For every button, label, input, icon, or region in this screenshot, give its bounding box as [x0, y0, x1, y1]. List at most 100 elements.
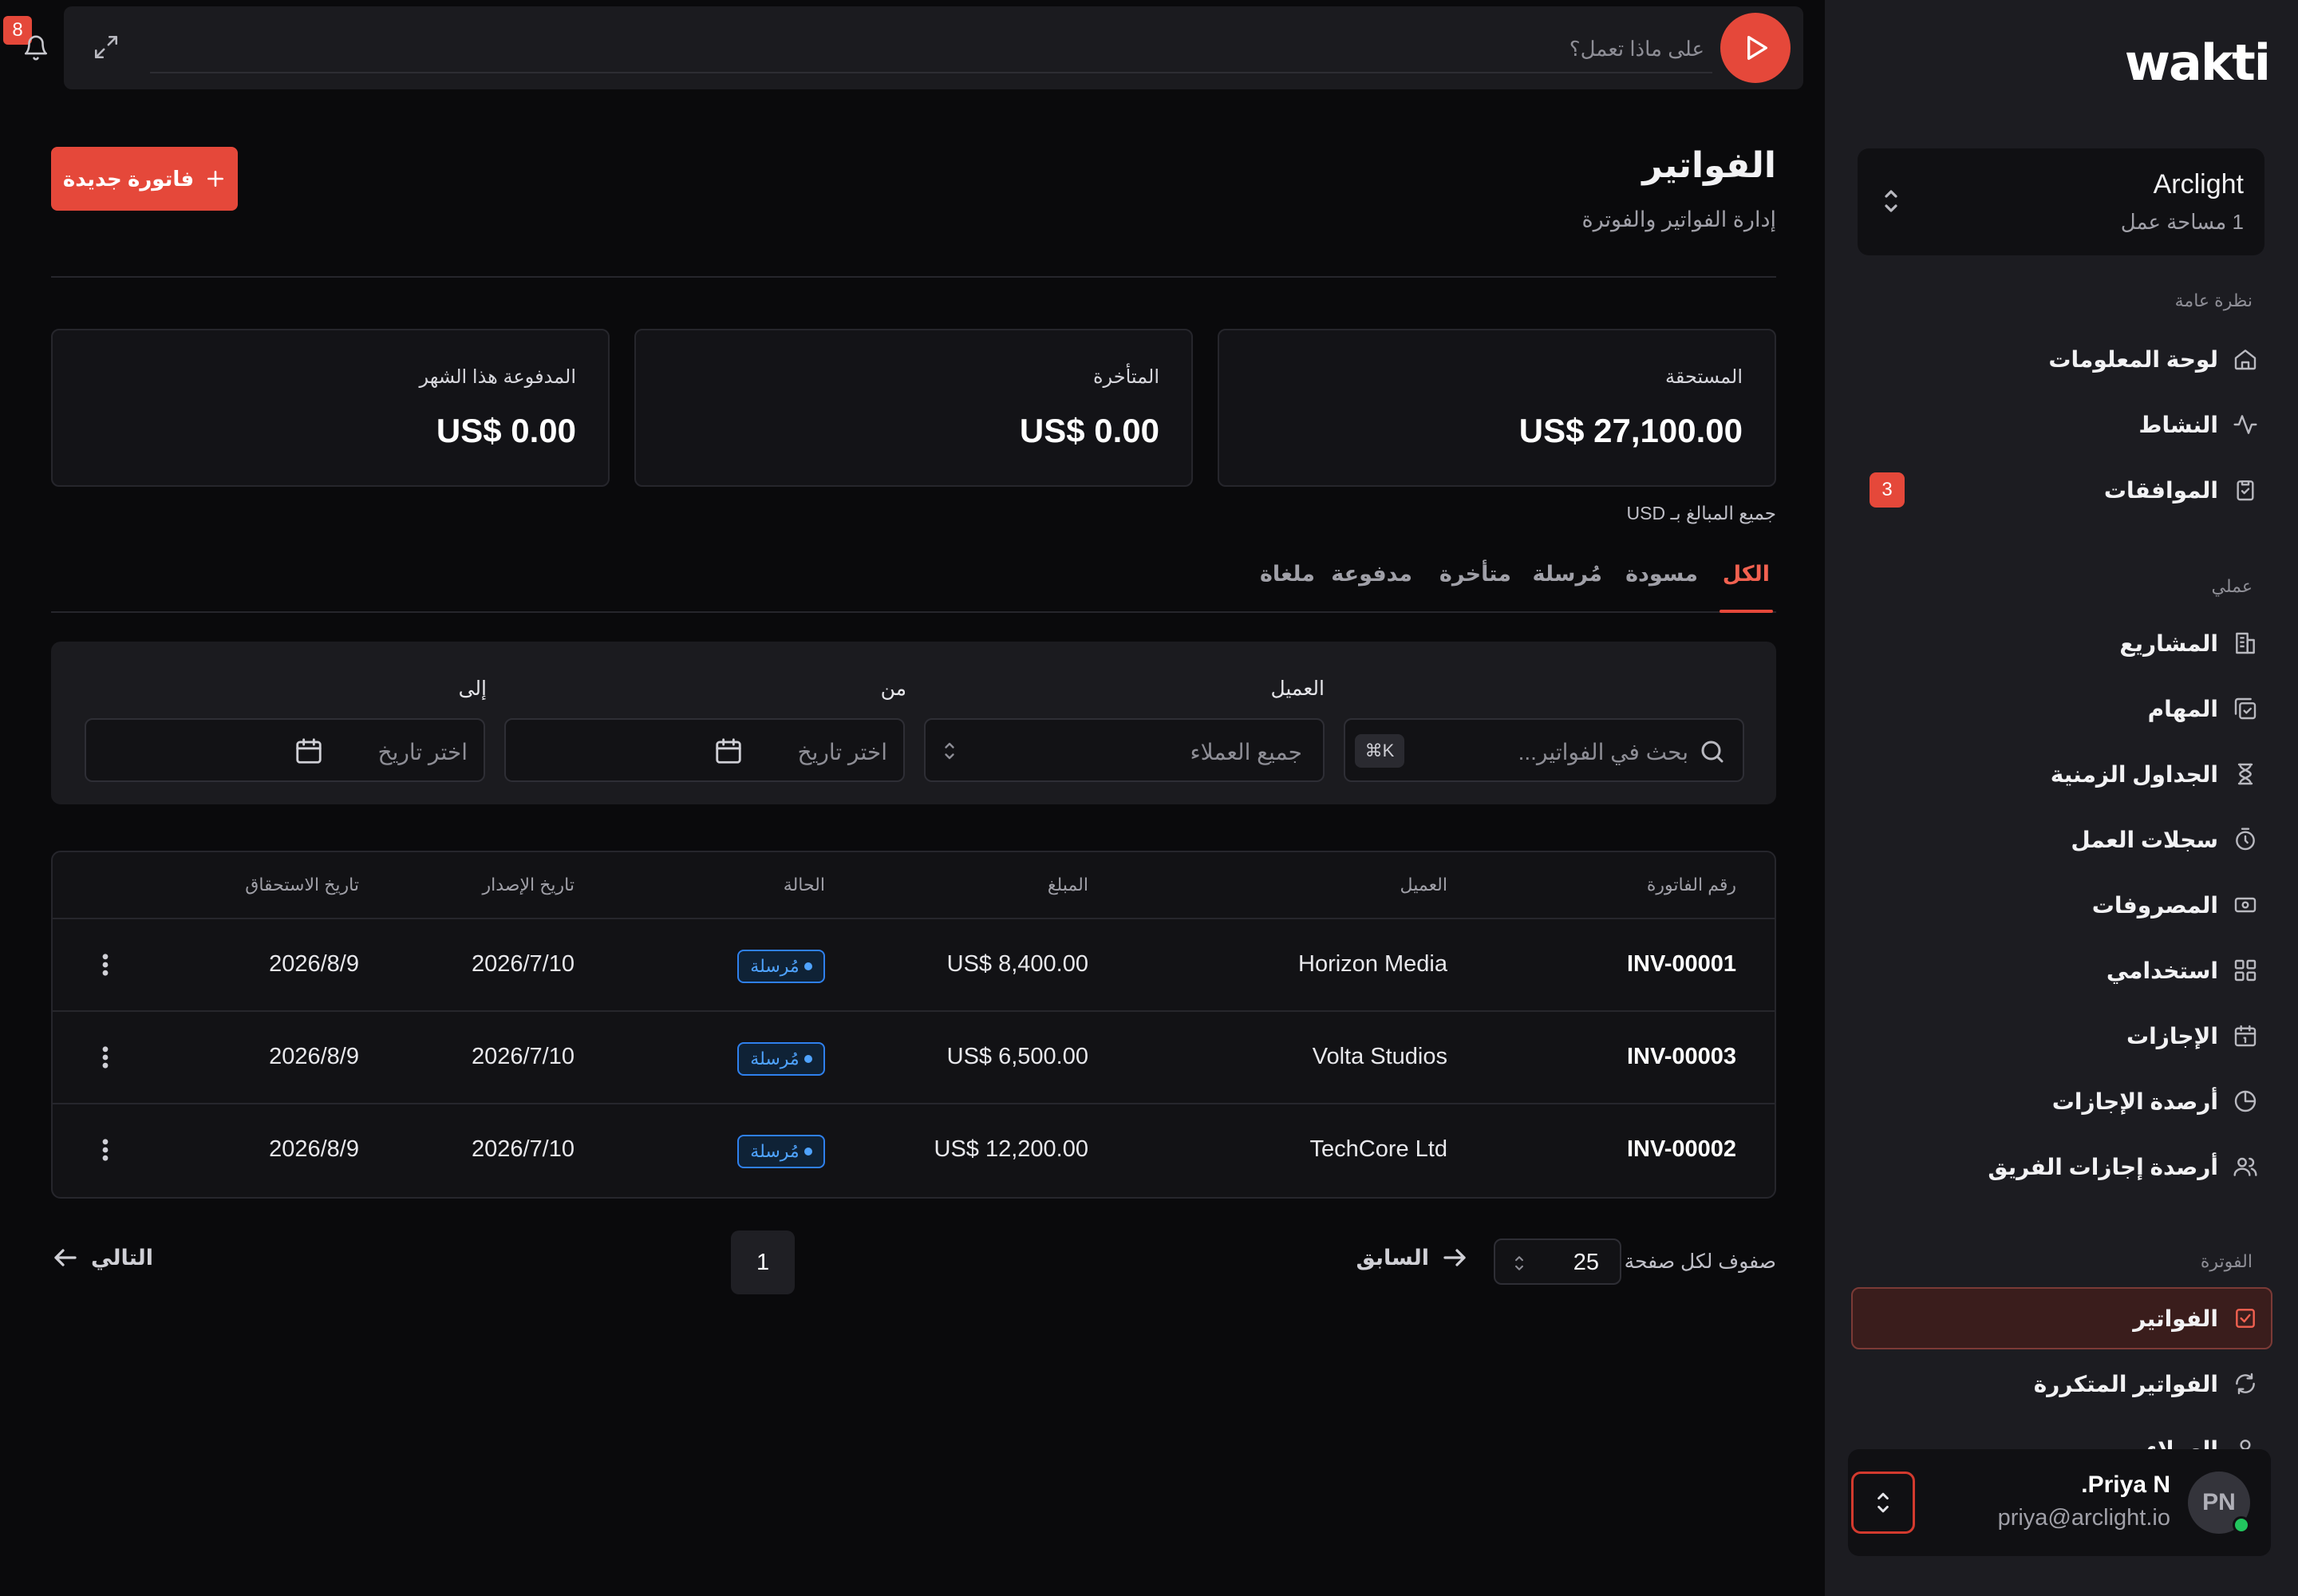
page-number-button[interactable]: 1	[731, 1231, 795, 1294]
more-vertical-icon[interactable]	[99, 1044, 112, 1071]
table-row[interactable]: INV-00002 TechCore Ltd US$ 12,200.00 مُر…	[53, 1103, 1775, 1195]
to-date-placeholder: اختر تاريخ	[377, 740, 468, 764]
sidebar-item-label: المشاريع	[2119, 630, 2218, 656]
timer-icon	[2233, 827, 2258, 852]
next-page-label: التالي	[91, 1245, 154, 1270]
expand-icon[interactable]	[93, 34, 120, 61]
sidebar-item-label: أرصدة الإجازات	[2051, 1088, 2218, 1114]
invoice-number[interactable]: INV-00002	[1627, 1136, 1736, 1163]
app-logo[interactable]: wakti	[2125, 34, 2271, 92]
invoices-table: رقم الفاتورة العميل المبلغ الحالة تاريخ …	[51, 851, 1776, 1199]
tab-overdue[interactable]: متأخرة	[1439, 562, 1511, 611]
status-label: مُرسلة	[750, 1141, 800, 1161]
stat-value: US$ 27,100.00	[1518, 412, 1743, 449]
sidebar-item-label: الجداول الزمنية	[2050, 761, 2218, 787]
arrow-right-icon	[1440, 1243, 1469, 1272]
tab-sent[interactable]: مُرسلة	[1533, 562, 1602, 611]
calendar-icon	[2233, 1023, 2258, 1049]
stat-label: المتأخرة	[1092, 366, 1159, 388]
issue-date: 2026/7/10	[471, 951, 574, 977]
tab-cancelled[interactable]: ملغاة	[1260, 562, 1315, 611]
status-label: مُرسلة	[750, 1049, 800, 1069]
sidebar-item-recurring-invoices[interactable]: الفواتير المتكررة	[2034, 1361, 2258, 1406]
invoice-number[interactable]: INV-00001	[1627, 951, 1736, 978]
new-invoice-button[interactable]: فاتورة جديدة	[51, 147, 238, 211]
sidebar-item-label: الإجازات	[2126, 1023, 2218, 1049]
user-email: priya@arclight.io	[1997, 1505, 2170, 1531]
pie-chart-icon	[2233, 1088, 2258, 1114]
sidebar-item-approvals[interactable]: الموافقات	[2104, 468, 2258, 512]
ask-input[interactable]	[150, 26, 1712, 73]
sidebar-item-label: الموافقات	[2103, 477, 2218, 503]
clipboard-check-icon	[2233, 477, 2258, 503]
sidebar-item-label: الفواتير المتكررة	[2033, 1371, 2218, 1396]
due-date: 2026/8/9	[269, 951, 359, 977]
sidebar-item-label: لوحة المعلومات	[2048, 346, 2218, 372]
sidebar-item-tasks[interactable]: المهام	[2148, 686, 2258, 731]
header-due-date: تاريخ الاستحقاق	[245, 875, 359, 895]
previous-page-button[interactable]: السابق	[1356, 1243, 1469, 1272]
amount: US$ 6,500.00	[946, 1044, 1088, 1069]
issue-date: 2026/7/10	[471, 1044, 574, 1069]
status-badge: مُرسلة	[737, 950, 825, 983]
tab-paid[interactable]: مدفوعة	[1331, 562, 1412, 611]
sidebar-item-activity[interactable]: النشاط	[2138, 402, 2258, 447]
status-badge: مُرسلة	[737, 1042, 825, 1076]
next-page-button[interactable]: التالي	[51, 1243, 153, 1272]
sidebar-item-dashboard[interactable]: لوحة المعلومات	[2048, 337, 2258, 381]
stat-value: US$ 0.00	[436, 412, 576, 449]
tasks-icon	[2233, 696, 2258, 721]
sidebar-item-expenses[interactable]: المصروفات	[2092, 883, 2258, 927]
currency-note: جميع المبالغ بـ USD	[1626, 503, 1776, 523]
sidebar-item-invoices[interactable]: الفواتير	[2133, 1296, 2258, 1341]
table-row[interactable]: INV-00001 Horizon Media US$ 8,400.00 مُر…	[53, 918, 1775, 1010]
user-menu-toggle[interactable]	[1851, 1472, 1915, 1534]
sidebar-item-label: أرصدة إجازات الفريق	[1988, 1154, 2218, 1179]
stat-card-outstanding: المستحقة US$ 27,100.00	[1218, 329, 1776, 487]
chevron-updown-icon	[1874, 1488, 1892, 1517]
play-icon	[1739, 32, 1771, 64]
sidebar-item-label: النشاط	[2138, 412, 2218, 437]
from-date-label: من	[880, 678, 906, 700]
tab-all[interactable]: الكل	[1719, 562, 1774, 613]
from-date-picker[interactable]: اختر تاريخ	[504, 718, 905, 782]
more-vertical-icon[interactable]	[99, 1136, 112, 1163]
sidebar-item-label: استخدامي	[2106, 958, 2218, 983]
ai-command-bar	[64, 6, 1803, 89]
sidebar-item-team-leave-balances[interactable]: أرصدة إجازات الفريق	[1988, 1144, 2258, 1189]
status-label: مُرسلة	[750, 956, 800, 976]
stat-label: المستحقة	[1664, 366, 1743, 388]
sidebar-item-label: المصروفات	[2091, 892, 2218, 918]
sidebar-item-leaves[interactable]: الإجازات	[2126, 1013, 2258, 1058]
notifications-button[interactable]: 8	[3, 16, 53, 67]
header-invoice-number: رقم الفاتورة	[1646, 875, 1736, 895]
tab-draft[interactable]: مسودة	[1625, 562, 1698, 611]
sidebar-item-work-logs[interactable]: سجلات العمل	[2071, 817, 2258, 862]
building-icon	[2233, 630, 2258, 656]
calendar-icon	[713, 736, 744, 766]
nav-heading-billing: الفوترة	[2200, 1251, 2253, 1271]
sidebar-item-leave-balances[interactable]: أرصدة الإجازات	[2052, 1079, 2258, 1124]
header-status: الحالة	[783, 875, 825, 895]
to-date-picker[interactable]: اختر تاريخ	[85, 718, 485, 782]
status-dot	[804, 1055, 812, 1063]
new-invoice-label: فاتورة جديدة	[62, 166, 195, 191]
send-button[interactable]	[1720, 13, 1791, 83]
sidebar-item-my-usage[interactable]: استخدامي	[2106, 948, 2258, 993]
status-dot	[804, 1148, 812, 1156]
table-row[interactable]: INV-00003 Volta Studios US$ 6,500.00 مُر…	[53, 1010, 1775, 1103]
client-select[interactable]: جميع العملاء	[924, 718, 1325, 782]
sidebar-item-timesheets[interactable]: الجداول الزمنية	[2051, 752, 2258, 796]
to-date-label: إلى	[458, 678, 487, 700]
workspace-subtitle: 1 مساحة عمل	[2120, 210, 2244, 234]
user-menu[interactable]: PN Priya N. priya@arclight.io	[1848, 1449, 2271, 1556]
nav-heading-my-work: عملي	[2211, 576, 2253, 596]
sidebar-item-projects[interactable]: المشاريع	[2119, 621, 2258, 666]
rows-per-page-select[interactable]: 25	[1494, 1238, 1621, 1285]
due-date: 2026/8/9	[269, 1044, 359, 1069]
invoice-number[interactable]: INV-00003	[1627, 1044, 1736, 1070]
more-vertical-icon[interactable]	[99, 951, 112, 978]
rows-per-page-value: 25	[1573, 1250, 1599, 1275]
search-input[interactable]: بحث في الفواتير... ⌘K	[1344, 718, 1744, 782]
workspace-switcher[interactable]: Arclight 1 مساحة عمل	[1858, 148, 2264, 255]
